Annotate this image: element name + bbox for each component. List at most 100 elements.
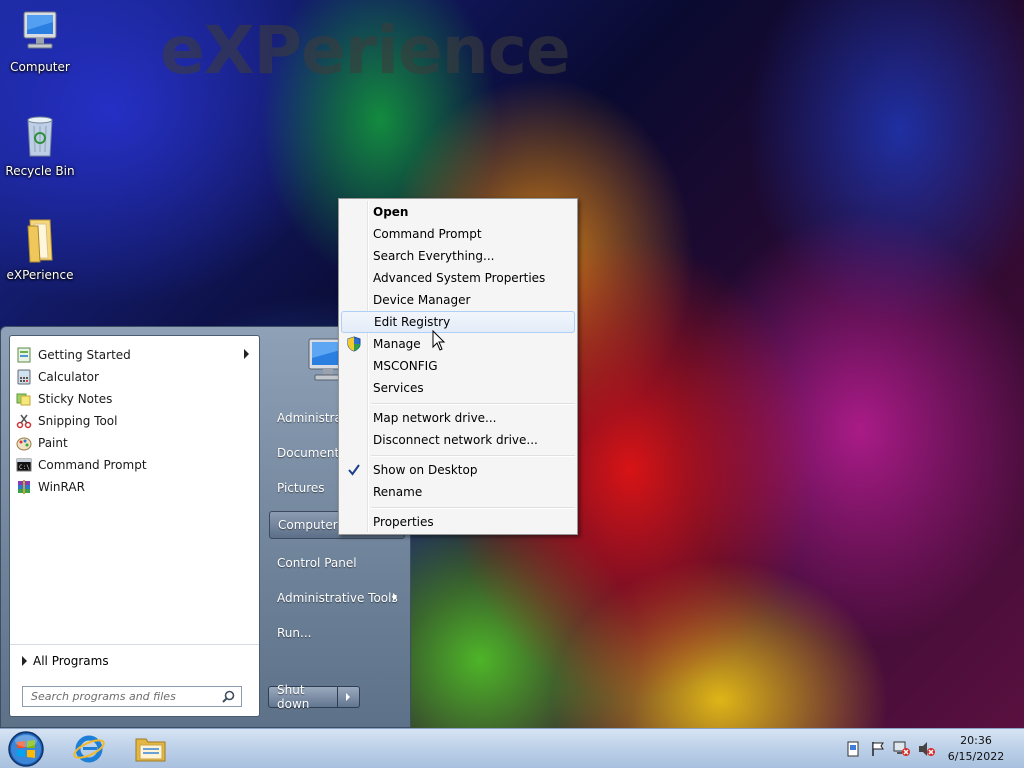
chevron-right-icon (346, 693, 350, 701)
submenu-arrow-icon (393, 593, 397, 601)
network-icon[interactable] (893, 741, 911, 757)
menu-item-device-manager[interactable]: Device Manager (341, 289, 575, 311)
menu-item-label: Edit Registry (374, 315, 451, 329)
menu-item-label: Properties (373, 515, 434, 529)
desktop-icon-computer[interactable]: Computer (2, 8, 78, 74)
start-button-windows-icon[interactable] (6, 730, 46, 768)
desktop-icon-label: Computer (10, 60, 70, 74)
menu-item-label: Open (373, 205, 409, 219)
menu-item-label: Search Everything... (373, 249, 495, 263)
uac-shield-icon (347, 336, 361, 352)
sticky-notes-icon (16, 393, 31, 405)
menu-item-manage[interactable]: Manage (341, 333, 575, 355)
cmd-icon: C:\ (16, 458, 32, 471)
desktop-icon-label: Recycle Bin (5, 164, 75, 178)
program-paint[interactable]: Paint (14, 432, 255, 453)
desktop-icon-label: eXPerience (6, 268, 74, 282)
folder-icon (27, 219, 53, 263)
menu-item-label: Device Manager (373, 293, 471, 307)
start-search-box[interactable] (22, 686, 242, 707)
paint-icon (16, 437, 32, 450)
menu-item-show-on-desktop[interactable]: Show on Desktop (341, 459, 575, 481)
taskbar-clock[interactable]: 20:36 6/15/2022 (946, 733, 1006, 765)
menu-item-disconnect-network-drive[interactable]: Disconnect network drive... (341, 429, 575, 451)
computer-icon (23, 11, 57, 49)
menu-separator (371, 403, 575, 405)
start-right-administrative-tools[interactable]: Administrative Tools (269, 584, 405, 612)
svg-text:C:\: C:\ (19, 464, 30, 471)
all-programs-arrow-icon (22, 656, 27, 666)
checkmark-icon (348, 464, 360, 476)
menu-item-command-prompt[interactable]: Command Prompt (341, 223, 575, 245)
all-programs-label: All Programs (33, 654, 109, 668)
scissors-icon (16, 414, 32, 428)
right-item-label: Computer (278, 518, 338, 532)
program-label: WinRAR (38, 479, 85, 494)
getting-started-icon (17, 347, 31, 362)
program-calculator[interactable]: Calculator (14, 366, 255, 387)
start-menu-programs-pane: Getting Started Calculator Sticky Notes … (9, 335, 260, 717)
shutdown-button[interactable]: Shut down (268, 683, 338, 711)
menu-separator (371, 455, 575, 457)
action-center-icon[interactable] (846, 741, 860, 757)
menu-item-properties[interactable]: Properties (341, 511, 575, 533)
wallpaper-text: eXPerience (160, 12, 571, 89)
context-menu: Open Command Prompt Search Everything...… (338, 198, 578, 535)
recycle-bin-icon (27, 116, 53, 157)
program-label: Getting Started (38, 347, 131, 362)
start-right-control-panel[interactable]: Control Panel (269, 549, 405, 577)
menu-item-open[interactable]: Open (341, 201, 575, 223)
menu-item-edit-registry[interactable]: Edit Registry (341, 311, 575, 333)
menu-item-services[interactable]: Services (341, 377, 575, 399)
menu-item-label: Map network drive... (373, 411, 497, 425)
menu-item-msconfig[interactable]: MSCONFIG (341, 355, 575, 377)
flag-icon[interactable] (870, 741, 886, 757)
menu-item-label: Advanced System Properties (373, 271, 546, 285)
program-label: Calculator (38, 369, 99, 384)
start-search-input[interactable] (31, 690, 211, 703)
menu-item-label: Command Prompt (373, 227, 482, 241)
menu-item-map-network-drive[interactable]: Map network drive... (341, 407, 575, 429)
program-label: Snipping Tool (38, 413, 118, 428)
internet-explorer-icon[interactable] (72, 733, 106, 765)
program-snipping-tool[interactable]: Snipping Tool (14, 410, 255, 431)
program-sticky-notes[interactable]: Sticky Notes (14, 388, 255, 409)
desktop-icon-recycle-bin[interactable]: Recycle Bin (2, 112, 78, 178)
desktop-icon-experience-folder[interactable]: eXPerience (2, 216, 78, 282)
menu-item-label: Services (373, 381, 424, 395)
shutdown-group: Shut down (268, 683, 360, 711)
mouse-cursor-icon (432, 330, 446, 351)
program-command-prompt[interactable]: C:\ Command Prompt (14, 454, 255, 475)
menu-item-label: Manage (373, 337, 421, 351)
menu-item-label: Disconnect network drive... (373, 433, 538, 447)
clock-time: 20:36 (960, 734, 992, 747)
all-programs-button[interactable]: All Programs (10, 644, 259, 677)
right-item-label: Pictures (277, 481, 325, 495)
submenu-arrow-icon (244, 349, 249, 359)
shutdown-options-button[interactable] (338, 686, 360, 708)
program-label: Command Prompt (38, 457, 147, 472)
winrar-icon (18, 479, 30, 494)
program-label: Paint (38, 435, 68, 450)
windows-explorer-icon[interactable] (134, 733, 168, 765)
search-icon[interactable] (222, 690, 235, 703)
menu-item-label: Show on Desktop (373, 463, 478, 477)
right-item-label: Administrative Tools (277, 591, 398, 605)
clock-date: 6/15/2022 (947, 750, 1005, 763)
menu-item-search-everything[interactable]: Search Everything... (341, 245, 575, 267)
menu-item-label: MSCONFIG (373, 359, 438, 373)
right-item-label: Control Panel (277, 556, 357, 570)
program-label: Sticky Notes (38, 391, 113, 406)
program-winrar[interactable]: WinRAR (14, 476, 255, 497)
menu-item-rename[interactable]: Rename (341, 481, 575, 503)
start-right-run[interactable]: Run... (269, 619, 405, 647)
program-getting-started[interactable]: Getting Started (14, 344, 255, 365)
taskbar: 20:36 6/15/2022 (0, 728, 1024, 768)
shutdown-label: Shut down (277, 683, 310, 711)
volume-muted-icon[interactable] (918, 741, 936, 757)
menu-separator (371, 507, 575, 509)
calculator-icon (17, 369, 31, 384)
right-item-label: Documents (277, 446, 346, 460)
right-item-label: Run... (277, 626, 312, 640)
menu-item-advanced-system-properties[interactable]: Advanced System Properties (341, 267, 575, 289)
